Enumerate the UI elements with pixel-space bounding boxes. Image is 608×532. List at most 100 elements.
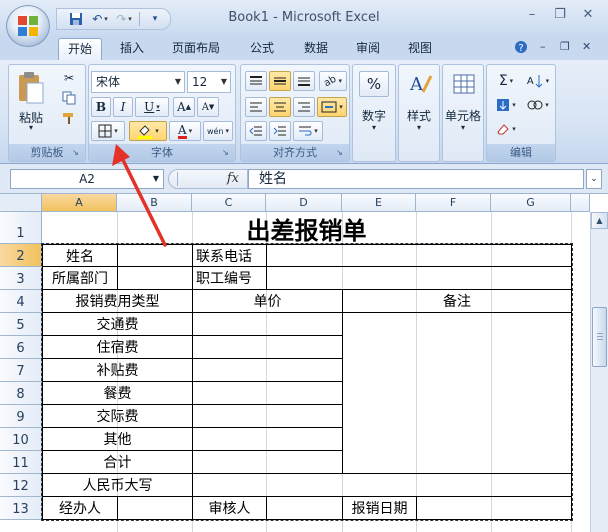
formula-input[interactable]: 姓名 [248, 169, 584, 189]
format-painter-icon[interactable] [59, 109, 79, 127]
borders-button[interactable]: ▾ [91, 121, 125, 141]
tab-review[interactable]: 审阅 [346, 38, 390, 60]
copy-icon[interactable] [59, 89, 79, 107]
tab-insert[interactable]: 插入 [110, 38, 154, 60]
expand-formula-bar-icon[interactable]: ⌄ [586, 169, 602, 189]
grow-font-button[interactable]: A ▲ [173, 97, 195, 117]
row-header-1[interactable]: 1 [0, 212, 42, 244]
align-top-icon[interactable] [245, 71, 267, 91]
row-header-7[interactable]: 7 [0, 359, 42, 382]
ribbon-restore-icon[interactable]: ❐ [560, 40, 570, 53]
cells-label[interactable]: 单元格 [443, 107, 483, 124]
font-size-select[interactable]: 12 ▼ [187, 71, 231, 93]
italic-button[interactable]: I [113, 97, 133, 117]
clear-icon[interactable]: ▾ [491, 119, 521, 139]
select-all-corner[interactable] [0, 194, 42, 212]
vertical-scrollbar[interactable]: ▲ [590, 212, 608, 532]
tab-data[interactable]: 数据 [294, 38, 338, 60]
ribbon-minimize-icon[interactable]: – [540, 40, 546, 53]
tab-home[interactable]: 开始 [58, 38, 102, 60]
autosum-icon[interactable]: Σ ▾ [491, 71, 521, 91]
styles-label[interactable]: 样式 [399, 107, 439, 124]
row-header-13[interactable]: 13 [0, 497, 42, 520]
align-center-icon[interactable] [269, 97, 291, 117]
sort-filter-icon[interactable]: A ▾ [523, 71, 553, 91]
merge-center-icon[interactable]: ▾ [317, 97, 347, 117]
selection-outline [41, 243, 573, 521]
cut-icon[interactable]: ✂ [59, 69, 79, 87]
column-header-g[interactable]: G [491, 194, 571, 212]
number-dropdown-icon[interactable]: ▾ [353, 123, 395, 132]
align-middle-icon[interactable] [269, 71, 291, 91]
fill-icon[interactable]: ▾ [491, 95, 521, 115]
alignment-launcher-icon[interactable]: ↘ [336, 148, 346, 158]
column-header-f[interactable]: F [416, 194, 491, 212]
row-header-2[interactable]: 2 [0, 244, 42, 267]
cells-group: 单元格 ▾ [442, 64, 484, 162]
paste-icon[interactable] [13, 69, 49, 107]
name-box[interactable]: A2 ▼ [10, 169, 164, 189]
column-header-h[interactable] [571, 194, 590, 212]
borders-icon [98, 124, 112, 138]
column-header-c[interactable]: C [192, 194, 266, 212]
column-header-a[interactable]: A [42, 194, 117, 212]
cells-icon[interactable] [449, 71, 479, 97]
decrease-indent-icon[interactable] [245, 121, 267, 141]
row-header-9[interactable]: 9 [0, 405, 42, 428]
align-right-icon[interactable] [293, 97, 315, 117]
row-header-11[interactable]: 11 [0, 451, 42, 474]
ribbon: 粘贴 ▾ ✂ 剪贴板 ↘ 宋体 ▼ 12 ▼ B I U ▾ A ▲ A ▼ ▾ ▾ A ▾… [0, 60, 608, 164]
insert-function-button[interactable]: fx [227, 171, 239, 186]
form-title[interactable]: 出差报销单 [42, 212, 571, 245]
help-icon[interactable]: ? [514, 40, 528, 57]
tab-formulas[interactable]: 公式 [240, 38, 284, 60]
clipboard-launcher-icon[interactable]: ↘ [72, 148, 82, 158]
name-box-value: A2 [79, 172, 95, 186]
formula-bar-grip-icon[interactable] [177, 172, 187, 186]
ribbon-close-icon[interactable]: ✕ [582, 40, 591, 53]
wrap-text-icon[interactable]: ▾ [293, 121, 323, 141]
row-header-6[interactable]: 6 [0, 336, 42, 359]
window-title: Book1 - Microsoft Excel [228, 10, 380, 25]
percent-icon[interactable]: % [359, 71, 389, 97]
scroll-thumb[interactable] [592, 307, 607, 367]
font-group-label: 字体 [89, 144, 235, 161]
restore-button[interactable]: ❐ [548, 6, 572, 24]
row-header-5[interactable]: 5 [0, 313, 42, 336]
column-header-e[interactable]: E [342, 194, 416, 212]
row-header-3[interactable]: 3 [0, 267, 42, 290]
font-launcher-icon[interactable]: ↘ [222, 148, 232, 158]
bold-button[interactable]: B [91, 97, 111, 117]
increase-indent-icon[interactable] [269, 121, 291, 141]
underline-button[interactable]: U ▾ [135, 97, 169, 117]
row-header-10[interactable]: 10 [0, 428, 42, 451]
phonetic-button[interactable]: wén ▾ [203, 121, 233, 141]
column-header-b[interactable]: B [117, 194, 192, 212]
tab-view[interactable]: 视图 [398, 38, 442, 60]
column-header-d[interactable]: D [266, 194, 342, 212]
row-header-8[interactable]: 8 [0, 382, 42, 405]
alignment-group-label: 对齐方式 [241, 144, 349, 161]
minimize-button[interactable]: – [520, 6, 544, 24]
tab-page-layout[interactable]: 页面布局 [166, 38, 226, 60]
shrink-font-button[interactable]: A ▼ [197, 97, 219, 117]
fill-color-button[interactable]: ▾ [129, 121, 167, 141]
editing-group-label: 编辑 [487, 144, 555, 161]
align-bottom-icon[interactable] [293, 71, 315, 91]
find-select-icon[interactable]: ▾ [523, 95, 553, 115]
close-button[interactable]: ✕ [576, 6, 600, 24]
row-header-12[interactable]: 12 [0, 474, 42, 497]
number-format-label[interactable]: 数字 [353, 107, 395, 124]
scroll-up-icon[interactable]: ▲ [591, 212, 608, 229]
align-left-icon[interactable] [245, 97, 267, 117]
paste-dropdown-icon[interactable]: ▾ [11, 123, 51, 132]
styles-icon[interactable]: A [405, 71, 435, 97]
font-name-select[interactable]: 宋体 ▼ [91, 71, 185, 93]
font-color-button[interactable]: A ▾ [169, 121, 201, 141]
orientation-icon[interactable]: ab ▾ [319, 71, 347, 91]
cells-dropdown-icon[interactable]: ▾ [443, 123, 483, 132]
worksheet-grid[interactable]: A B C D E F G 1 2 3 4 5 6 7 8 9 10 11 12… [0, 194, 608, 532]
office-button[interactable] [6, 5, 50, 47]
row-header-4[interactable]: 4 [0, 290, 42, 313]
styles-dropdown-icon[interactable]: ▾ [399, 123, 439, 132]
